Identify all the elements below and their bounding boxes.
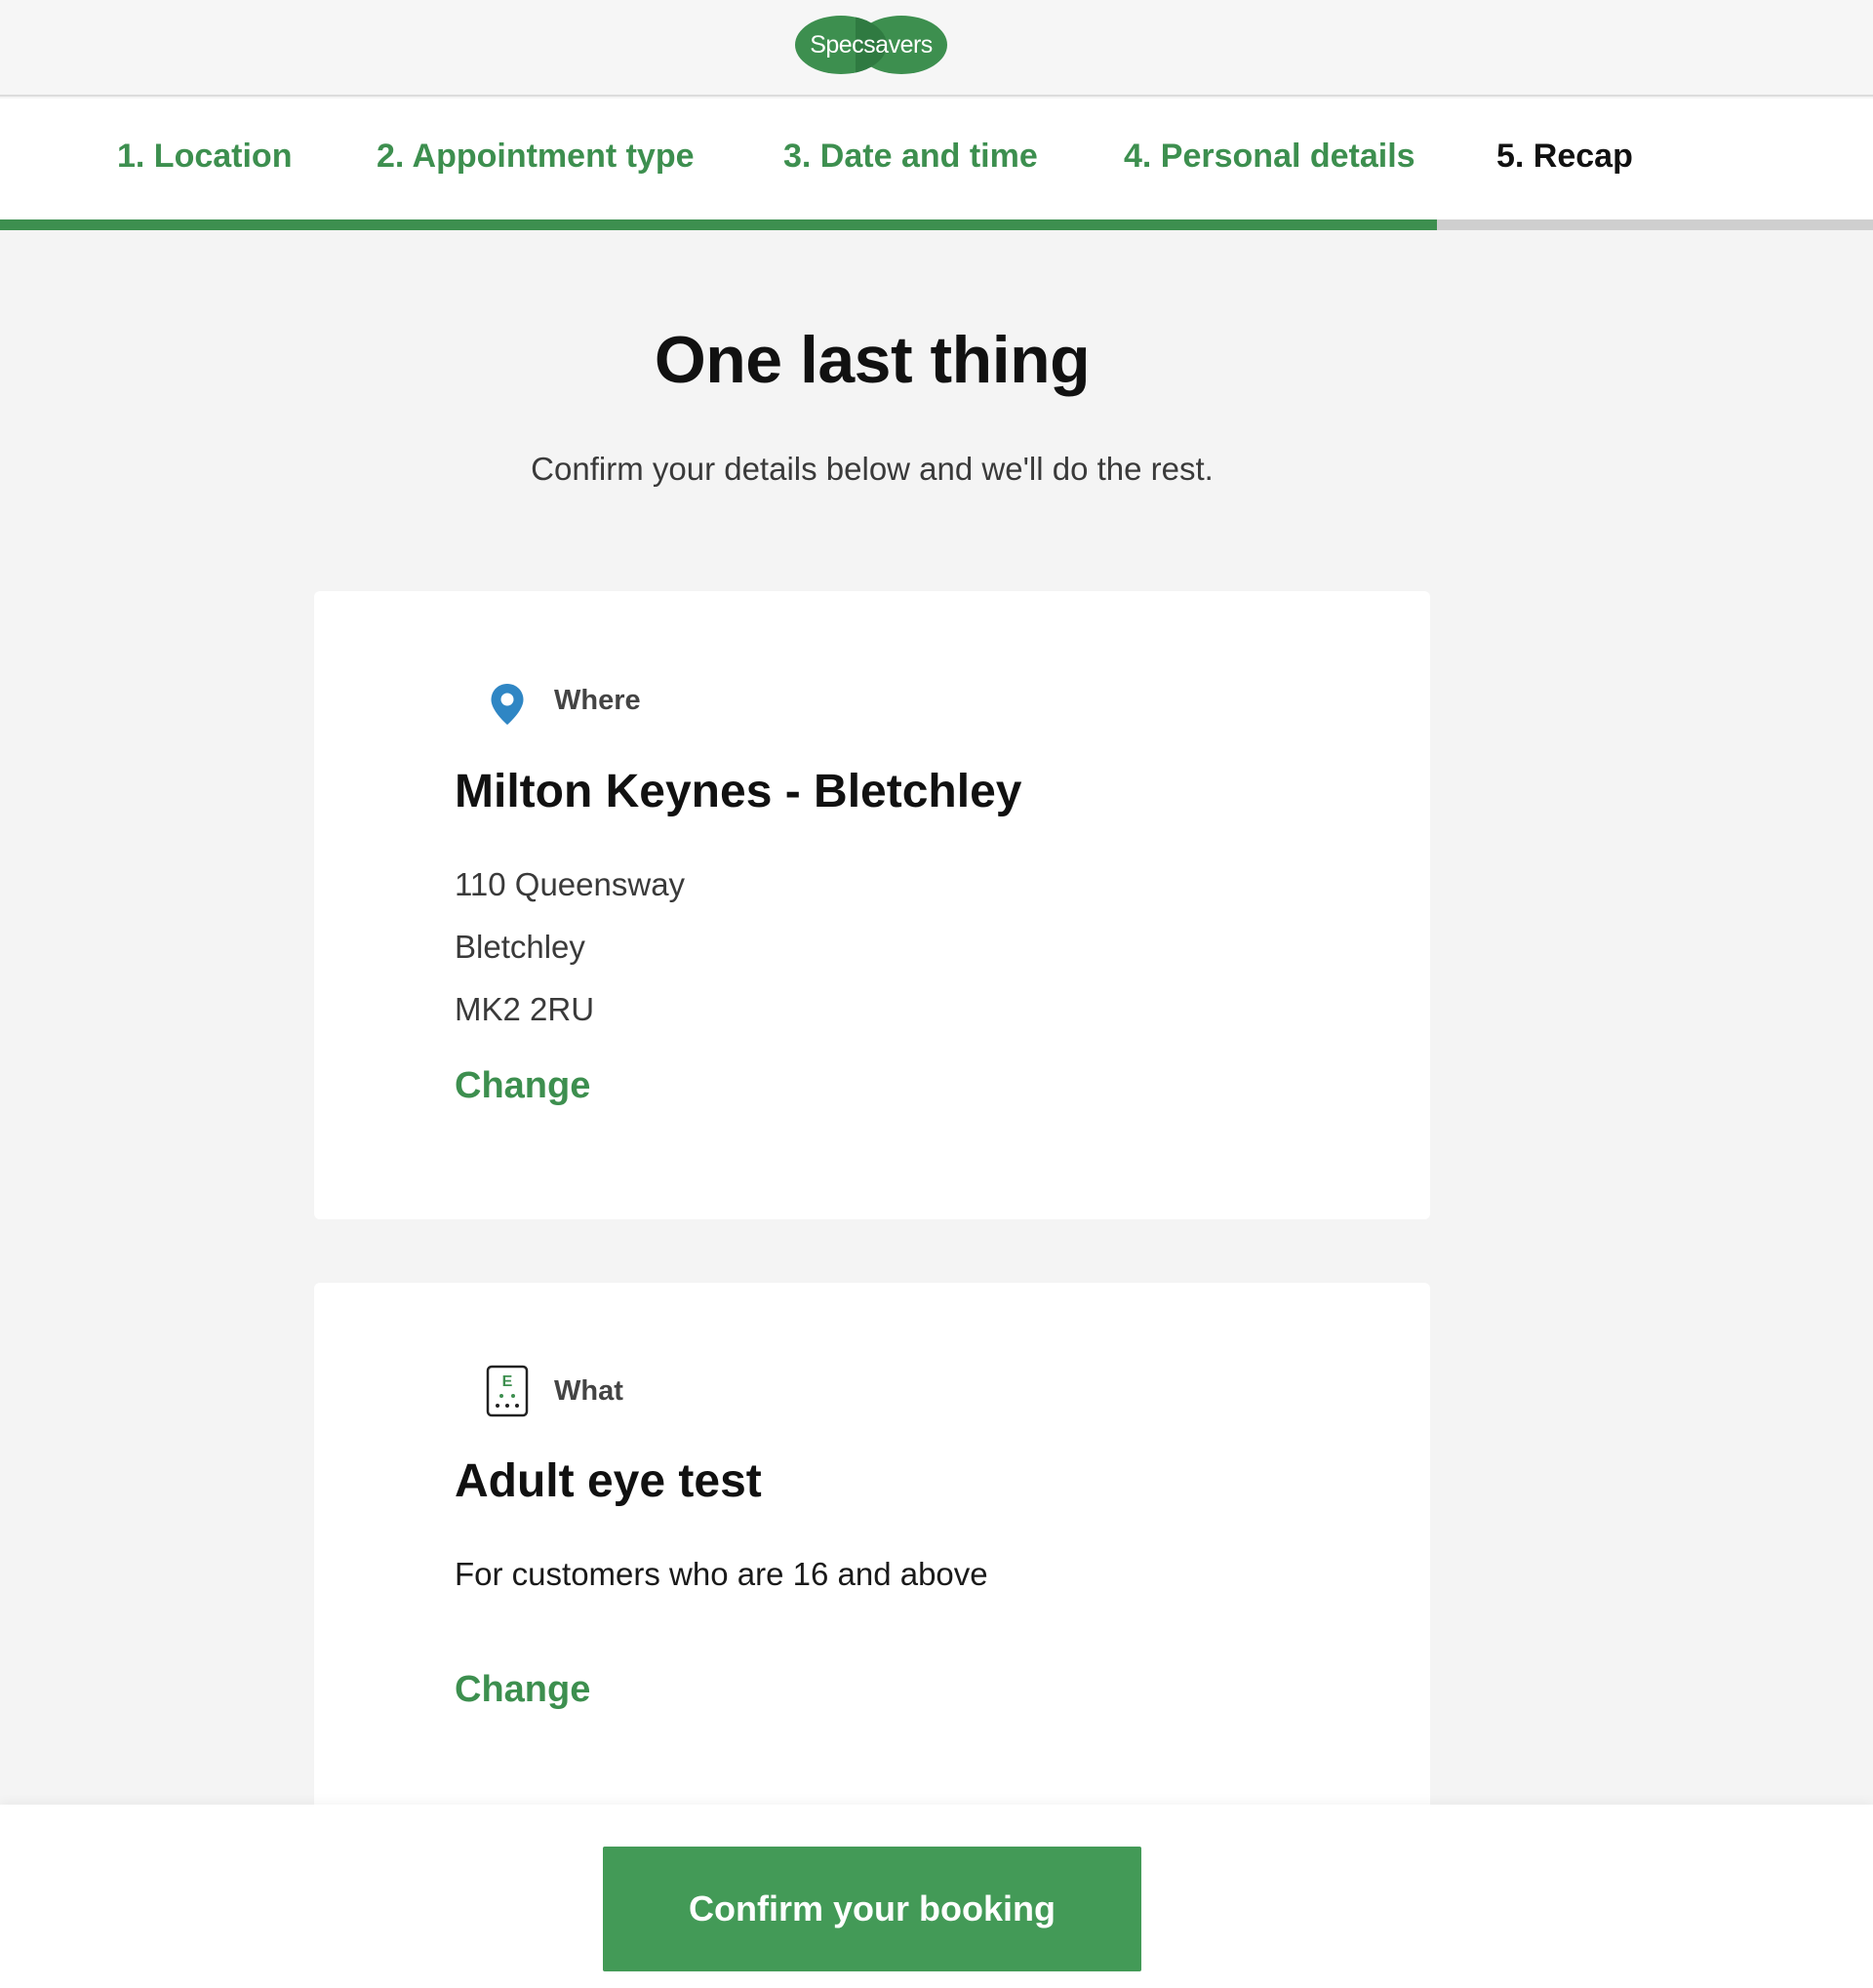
specsavers-logo[interactable]: Specsavers xyxy=(795,16,947,74)
address-line-1: 110 Queensway xyxy=(455,866,686,902)
change-location-link[interactable]: Change xyxy=(455,1065,590,1107)
eye-chart-icon: E xyxy=(486,1365,529,1422)
booking-steps-nav: 1. Location 2. Appointment type 3. Date … xyxy=(0,99,1873,230)
svg-text:E: E xyxy=(502,1373,513,1390)
what-header: E What xyxy=(455,1365,747,1417)
progress-bar-fill xyxy=(0,219,1438,230)
step-date-and-time[interactable]: 3. Date and time xyxy=(783,138,1038,176)
address-postcode: MK2 2RU xyxy=(455,991,595,1027)
store-name: Milton Keynes - Bletchley xyxy=(455,766,1022,817)
booking-recap-page: Specsavers 1. Location 2. Appointment ty… xyxy=(0,0,1873,1988)
page-title: One last thing xyxy=(654,323,1091,397)
address-line-2: Bletchley xyxy=(455,929,585,965)
where-label: Where xyxy=(554,685,641,716)
confirm-booking-button[interactable]: Confirm your booking xyxy=(603,1847,1141,1971)
logo-text: Specsavers xyxy=(810,31,933,59)
location-pin-icon xyxy=(490,683,525,731)
step-appointment-type[interactable]: 2. Appointment type xyxy=(377,138,695,176)
where-card: Where Milton Keynes - Bletchley 110 Quee… xyxy=(314,591,1430,1219)
step-location[interactable]: 1. Location xyxy=(117,138,292,176)
appointment-description: For customers who are 16 and above xyxy=(455,1556,988,1592)
progress-bar xyxy=(0,219,1873,230)
what-label: What xyxy=(554,1375,623,1407)
page-subtitle: Confirm your details below and we'll do … xyxy=(531,451,1214,487)
sticky-footer: Confirm your booking xyxy=(0,1805,1873,1988)
where-header: Where xyxy=(455,677,747,725)
change-appointment-type-link[interactable]: Change xyxy=(455,1669,590,1711)
step-personal-details[interactable]: 4. Personal details xyxy=(1124,138,1415,176)
top-header: Specsavers xyxy=(0,0,1873,97)
appointment-name: Adult eye test xyxy=(455,1455,762,1507)
step-recap: 5. Recap xyxy=(1496,138,1633,175)
